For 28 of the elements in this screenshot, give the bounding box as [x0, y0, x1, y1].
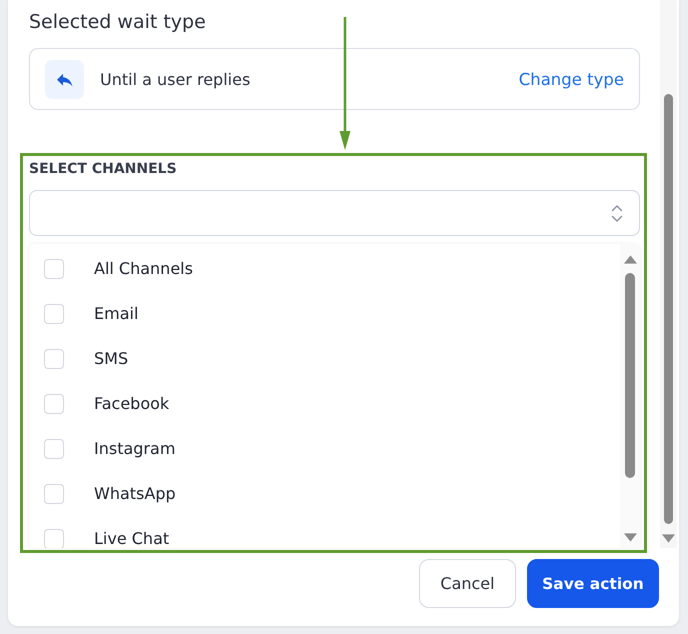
scroll-down-arrow-icon[interactable]	[662, 534, 675, 543]
checkbox[interactable]	[44, 394, 64, 414]
page-scrollbar[interactable]	[660, 0, 677, 548]
checkbox[interactable]	[44, 528, 64, 548]
scroll-up-arrow-icon[interactable]	[624, 255, 636, 264]
field-label: SELECT CHANNELS	[29, 161, 177, 178]
cancel-button[interactable]: Cancel	[419, 559, 516, 608]
checkbox[interactable]	[44, 304, 64, 324]
option-label: Email	[94, 304, 138, 323]
channel-select-field[interactable]	[29, 190, 640, 236]
change-type-link[interactable]: Change type	[518, 70, 624, 88]
scroll-down-arrow-icon[interactable]	[624, 533, 636, 542]
scrollbar-thumb[interactable]	[664, 94, 673, 524]
option-label: SMS	[94, 349, 128, 368]
option-label: Facebook	[94, 394, 170, 413]
checkbox[interactable]	[44, 348, 64, 368]
save-button[interactable]: Save action	[527, 559, 659, 608]
option-label: WhatsApp	[94, 484, 176, 503]
option-label: All Channels	[94, 259, 193, 278]
wait-type-label: Until a user replies	[100, 70, 250, 88]
option-label: Instagram	[94, 439, 176, 458]
option-label: Live Chat	[94, 529, 170, 548]
checkbox[interactable]	[44, 258, 64, 278]
scrollbar-thumb[interactable]	[625, 273, 635, 478]
section-title: Selected wait type	[29, 10, 206, 34]
checkbox[interactable]	[44, 438, 64, 458]
checkbox[interactable]	[44, 484, 64, 504]
up-down-chevron-icon	[611, 204, 623, 222]
